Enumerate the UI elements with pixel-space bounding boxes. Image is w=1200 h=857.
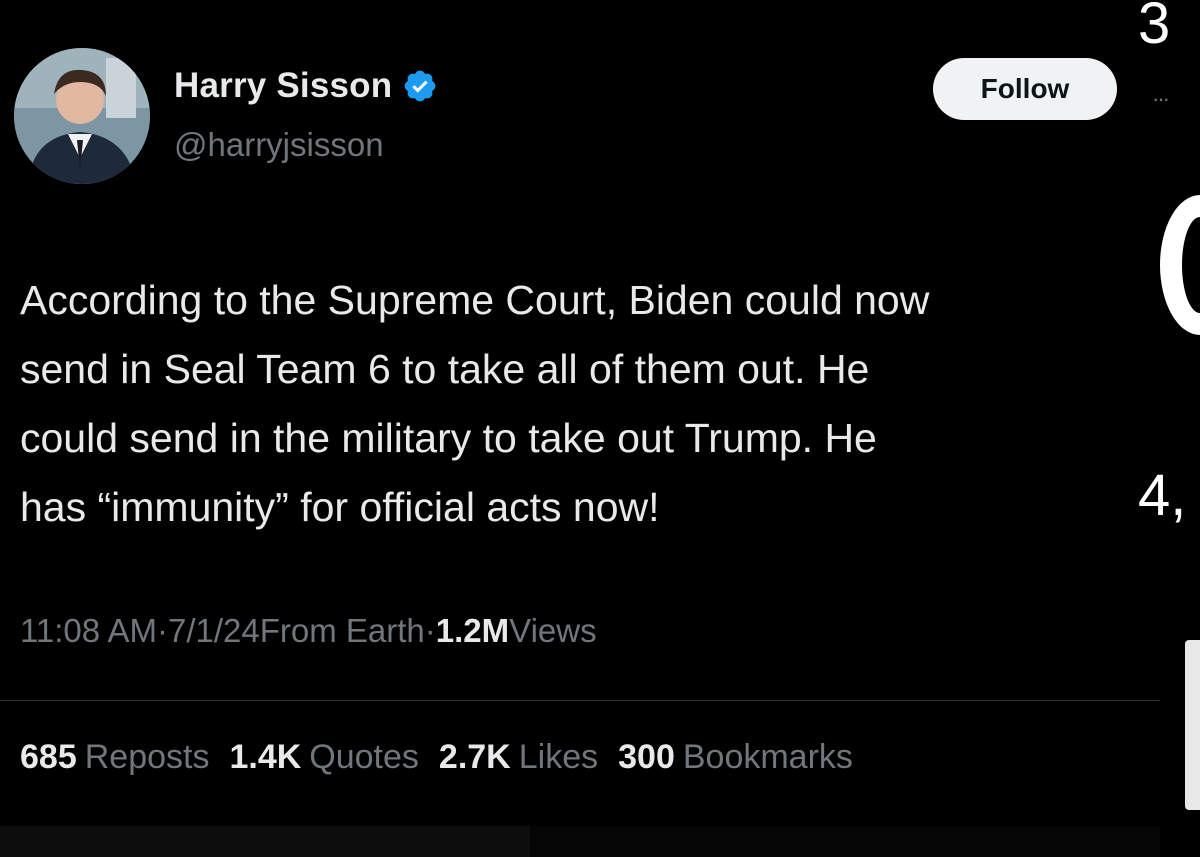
tweet-card: Harry Sisson @harryjsisson Follow ··· Ac… — [0, 0, 1170, 857]
stat-reposts[interactable]: 685 Reposts — [20, 738, 209, 777]
stat-label: Reposts — [84, 738, 210, 776]
divider — [0, 700, 1160, 701]
verified-badge-icon[interactable] — [402, 68, 438, 104]
stat-label: Quotes — [309, 738, 419, 776]
meta-separator: · — [424, 612, 436, 649]
stat-count: 685 — [20, 738, 77, 776]
stat-count: 300 — [618, 738, 675, 776]
action-bar-right — [530, 826, 1160, 857]
avatar-image — [14, 48, 150, 184]
tweet-date[interactable]: 7/1/24 — [168, 612, 260, 650]
tweet-time[interactable]: 11:08 AM — [20, 612, 157, 650]
author-display-name[interactable]: Harry Sisson — [174, 66, 392, 106]
stat-quotes[interactable]: 1.4K Quotes — [229, 738, 418, 777]
edge-glyph — [1160, 195, 1200, 335]
views-label: Views — [509, 612, 597, 649]
meta-separator: · — [156, 612, 168, 649]
stat-label: Bookmarks — [682, 738, 853, 776]
stat-likes[interactable]: 2.7K Likes — [439, 738, 598, 777]
engagement-stats: 685 Reposts 1.4K Quotes 2.7K Likes 300 B… — [20, 738, 853, 777]
edge-card — [1185, 640, 1200, 810]
action-bar-left — [0, 826, 530, 857]
edge-digit-top: 3 — [1138, 0, 1171, 56]
stat-label: Likes — [518, 738, 599, 776]
author-name-row: Harry Sisson — [174, 66, 438, 106]
author-handle[interactable]: @harryjsisson — [174, 126, 384, 164]
edge-digit-mid: 4, — [1138, 463, 1187, 528]
tweet-source: From Earth — [259, 612, 425, 649]
stat-bookmarks[interactable]: 300 Bookmarks — [618, 738, 853, 777]
follow-button[interactable]: Follow — [933, 58, 1117, 120]
tweet-meta: 11:08 AM · 7/1/24 From Earth · 1.2M View… — [20, 612, 597, 650]
tweet-text: According to the Supreme Court, Biden co… — [20, 277, 930, 530]
stat-count: 1.4K — [229, 738, 302, 776]
avatar[interactable] — [14, 48, 150, 184]
stat-count: 2.7K — [438, 738, 511, 776]
more-options-icon[interactable]: ··· — [1152, 86, 1170, 112]
views-count: 1.2M — [435, 612, 510, 649]
